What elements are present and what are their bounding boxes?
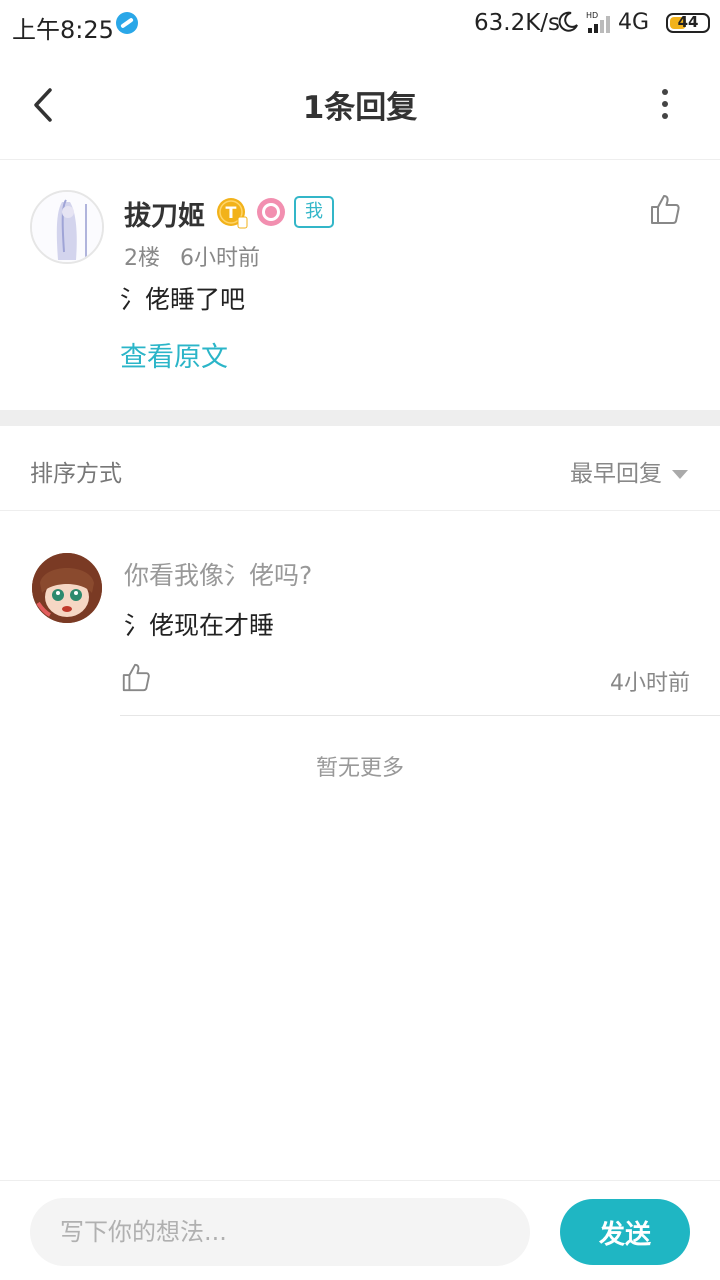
reply-divider [120, 715, 720, 716]
sort-selected-value: 最早回复 [570, 461, 662, 487]
no-more-text: 暂无更多 [315, 756, 404, 781]
main-post: 拔刀姬 T 我 2楼 6小时前 氵佬睡了吧 查看原文 [0, 160, 720, 410]
more-options-icon[interactable] [650, 78, 680, 134]
post-content: 氵佬睡了吧 [120, 285, 246, 314]
post-meta: 2楼 6小时前 [124, 240, 260, 272]
svg-text:T: T [226, 203, 237, 222]
comment-input[interactable] [30, 1198, 530, 1266]
reply-time: 4小时前 [610, 671, 690, 696]
level-badge-icon [257, 198, 285, 226]
avatar[interactable] [32, 553, 102, 623]
section-divider [0, 410, 720, 426]
vip-t-badge-icon: T [217, 198, 248, 229]
svg-text:HD: HD [586, 11, 598, 20]
network-speed: 63.2K/s [474, 10, 561, 36]
floor-number: 2楼 [124, 246, 160, 271]
moon-icon [558, 11, 578, 32]
signal-icon: HD [586, 11, 610, 33]
avatar[interactable] [30, 190, 104, 264]
status-bar: 上午8:25 63.2K/s HD 4G 44 [0, 0, 720, 50]
me-badge: 我 [294, 196, 334, 228]
view-original-link[interactable]: 查看原文 [120, 335, 228, 374]
sort-label: 排序方式 [30, 461, 122, 487]
post-time: 6小时前 [180, 246, 260, 271]
bottom-bar: 发送 [0, 1180, 720, 1280]
thumbs-up-icon[interactable] [120, 661, 152, 693]
network-type: 4G [618, 10, 650, 35]
app-notification-icon [116, 12, 138, 34]
send-button[interactable]: 发送 [560, 1199, 690, 1265]
status-time: 上午8:25 [12, 16, 114, 44]
page-title: 1条回复 [302, 90, 418, 126]
battery-icon: 44 [666, 13, 710, 33]
header: 1条回复 [0, 50, 720, 160]
reply-text: 氵佬现在才睡 [124, 611, 275, 640]
reply-item: 你看我像氵佬吗? 氵佬现在才睡 4小时前 [0, 511, 720, 717]
sort-dropdown[interactable]: 最早回复 [570, 454, 688, 488]
thumbs-up-icon[interactable] [648, 192, 682, 226]
chevron-down-icon [672, 470, 688, 479]
reply-quote: 你看我像氵佬吗? [124, 561, 313, 590]
battery-level: 44 [677, 13, 699, 31]
sort-row: 排序方式 最早回复 [0, 426, 720, 511]
username[interactable]: 拔刀姬 [124, 194, 205, 233]
